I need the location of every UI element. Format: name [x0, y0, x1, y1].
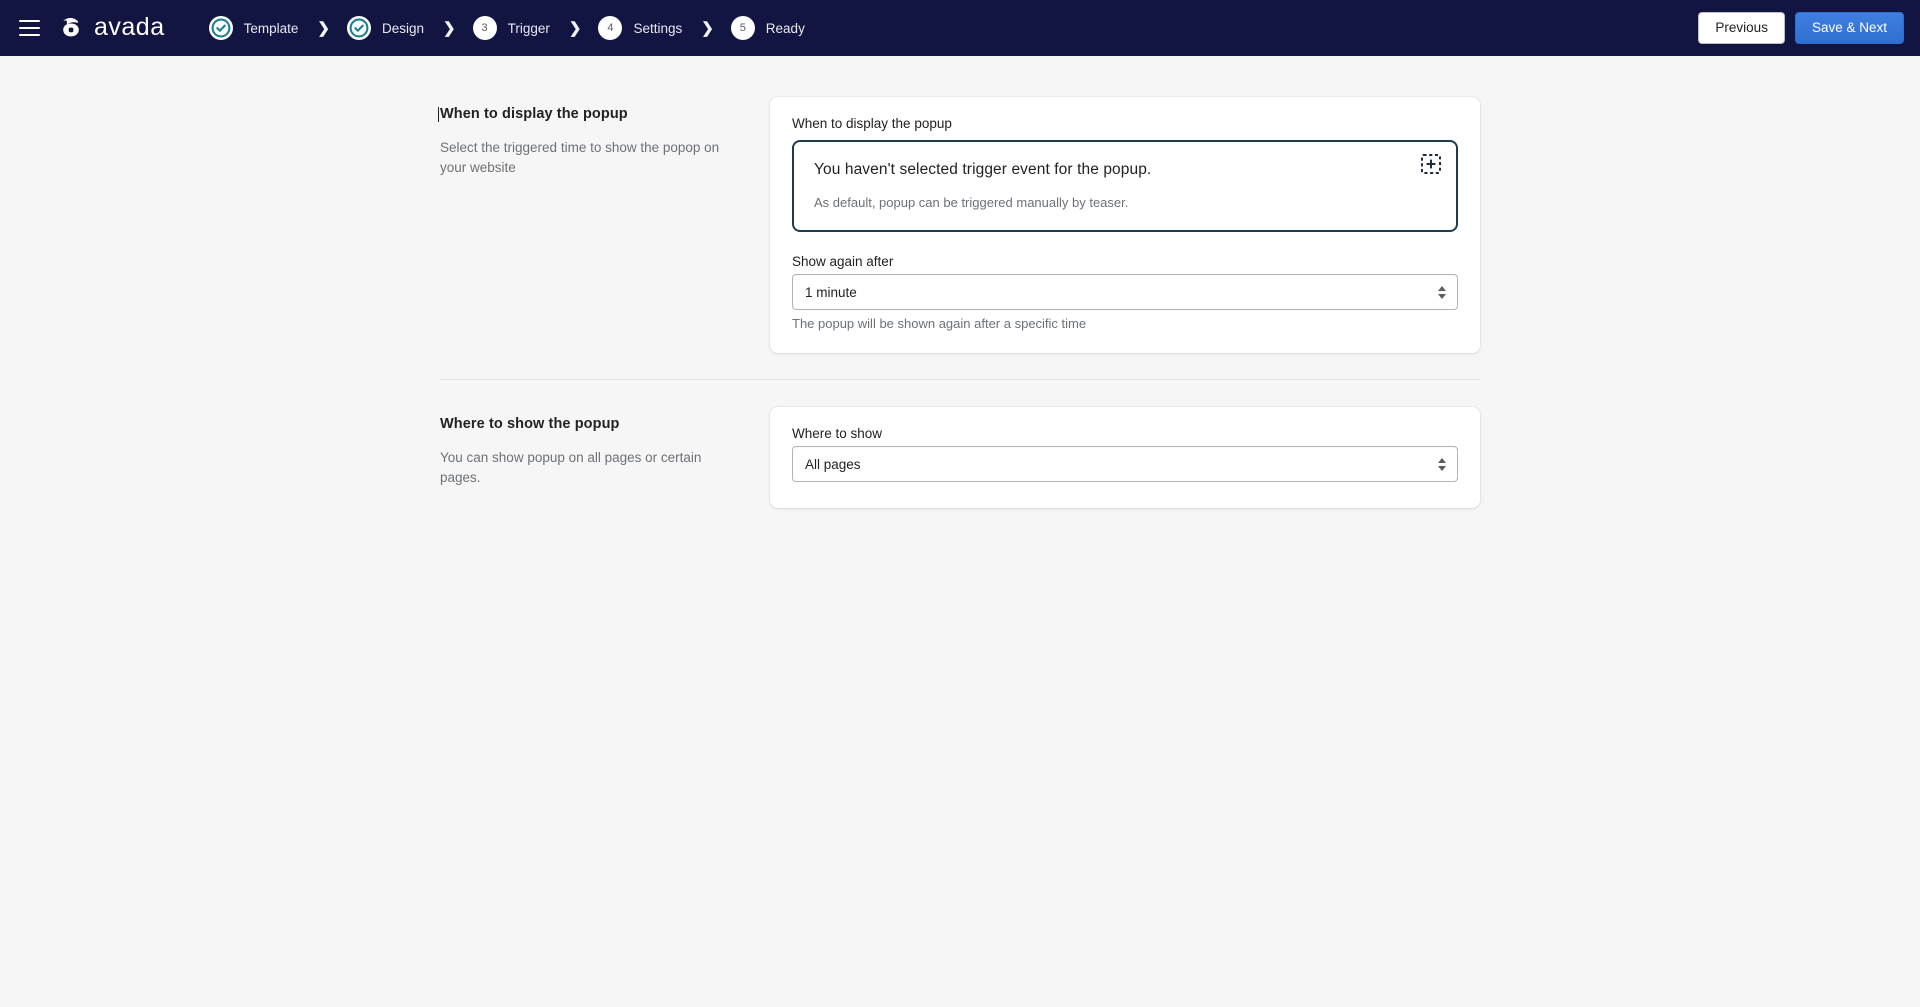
chevron-right-icon: ❯ [568, 19, 582, 37]
when-to-display-label: When to display the popup [792, 116, 952, 131]
wizard-step-label: Ready [765, 20, 805, 36]
show-again-after-select[interactable]: 1 minute [792, 274, 1458, 310]
hamburger-line [18, 34, 40, 36]
chevron-right-icon: ❯ [443, 19, 456, 37]
trigger-empty-title: You haven't selected trigger event for t… [814, 161, 1152, 178]
chevron-right-icon: ❯ [317, 19, 330, 37]
where-to-show-select[interactable]: All pages [792, 446, 1458, 482]
where-to-show-card: Where to show All pages [770, 407, 1480, 508]
wizard-step-label: Template [243, 20, 299, 36]
wizard-step-settings[interactable]: 4 Settings [598, 16, 682, 40]
hamburger-menu-icon[interactable] [12, 11, 46, 45]
top-navigation-bar: avada Template ❯ Design ❯ 3 Trigger ❯ 4 … [0, 0, 1920, 56]
section-where-to-show: Where to show the popup You can show pop… [440, 380, 1480, 508]
topbar-actions: Previous Save & Next [1698, 11, 1904, 45]
section-description: Select the triggered time to show the po… [440, 140, 720, 176]
step-number-badge: 4 [598, 16, 623, 40]
hamburger-line [18, 20, 40, 22]
chevron-right-icon: ❯ [701, 19, 714, 37]
hamburger-line [18, 27, 40, 29]
avada-cloud-eye-logo-icon [63, 18, 79, 37]
add-trigger-dashed-plus-icon[interactable] [1421, 154, 1441, 174]
wizard-step-label: Settings [633, 20, 683, 36]
show-again-after-label: Show again after [792, 254, 894, 269]
wizard-step-label: Trigger [507, 20, 550, 36]
when-to-display-card: When to display the popup You haven't se… [770, 97, 1480, 353]
step-complete-check-icon [346, 16, 371, 40]
page-title: Where to show the popup [440, 416, 620, 432]
wizard-step-label: Design [381, 20, 425, 36]
step-complete-check-icon [208, 16, 233, 40]
show-again-after-field: Show again after 1 minute The popup will… [792, 254, 1458, 331]
brand-name-text: avada [94, 12, 165, 41]
wizard-step-trigger[interactable]: 3 Trigger [472, 16, 550, 40]
section-body: When to display the popup You haven't se… [770, 97, 1480, 353]
wizard-step-design[interactable]: Design [346, 16, 425, 40]
show-again-after-select-wrap: 1 minute [792, 274, 1458, 310]
wizard-step-template[interactable]: Template [208, 16, 299, 40]
wizard-steps: Template ❯ Design ❯ 3 Trigger ❯ 4 Settin… [208, 16, 805, 40]
where-to-show-select-wrap: All pages [792, 446, 1458, 482]
step-number-badge: 3 [472, 16, 497, 40]
trigger-event-box[interactable]: You haven't selected trigger event for t… [792, 140, 1458, 232]
previous-button[interactable]: Previous [1698, 11, 1785, 45]
trigger-empty-subtitle: As default, popup can be triggered manua… [814, 195, 1129, 210]
avada-brand-logo[interactable]: avada [56, 13, 165, 43]
section-header: Where to show the popup You can show pop… [440, 407, 770, 508]
save-and-next-button[interactable]: Save & Next [1794, 11, 1904, 45]
section-when-to-display: When to display the popup Select the tri… [438, 97, 1480, 353]
wizard-step-ready[interactable]: 5 Ready [730, 16, 805, 40]
step-number-badge: 5 [730, 16, 755, 40]
where-to-show-label: Where to show [792, 426, 883, 441]
page-title: When to display the popup [438, 106, 734, 122]
section-description: You can show popup on all pages or certa… [440, 450, 702, 486]
section-body: Where to show All pages [770, 407, 1480, 508]
show-again-after-help-text: The popup will be shown again after a sp… [792, 316, 1087, 331]
page-content: When to display the popup Select the tri… [0, 56, 1920, 508]
section-header: When to display the popup Select the tri… [438, 97, 770, 353]
